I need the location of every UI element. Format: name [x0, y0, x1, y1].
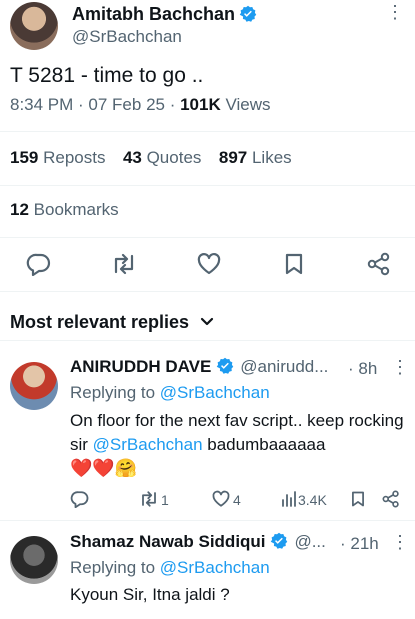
reply-time[interactable]: · 8h [348, 359, 377, 379]
author-avatar[interactable] [10, 2, 58, 50]
reply-time[interactable]: · 21h [340, 534, 379, 554]
tweet-text: T 5281 - time to go .. [10, 64, 204, 87]
more-options-icon[interactable]: ⋮ [391, 357, 409, 378]
replying-to: Replying to @SrBachchan [70, 383, 270, 402]
reply-icon[interactable] [26, 252, 52, 276]
reposts-stat[interactable]: 159 Reposts [10, 148, 105, 167]
more-options-icon[interactable]: ⋮ [386, 2, 404, 23]
repost-icon[interactable] [110, 252, 138, 276]
reply-text: Kyoun Sir, Itna jaldi ? [70, 585, 230, 604]
views-icon[interactable] [281, 491, 297, 507]
divider [0, 131, 415, 132]
reply-reposts-count: 1 [161, 492, 169, 508]
chevron-down-icon [200, 311, 214, 332]
reply-avatar[interactable] [10, 362, 58, 410]
tweet-timestamp[interactable]: 8:34 PM · 07 Feb 25 · [10, 95, 180, 114]
replies-header-label: Most relevant replies [10, 312, 190, 332]
reply-header: Shamaz Nawab Siddiqui @... [70, 532, 326, 552]
author-name-row: Amitabh Bachchan [72, 4, 257, 25]
reply-icon[interactable] [70, 490, 90, 508]
like-icon[interactable] [211, 490, 231, 508]
verified-badge-icon [216, 357, 234, 375]
replies-sort-dropdown[interactable]: Most relevant replies [10, 311, 214, 333]
share-icon[interactable] [381, 490, 401, 508]
share-icon[interactable] [366, 252, 392, 276]
tweet-meta: 8:34 PM · 07 Feb 25 · 101K Views [10, 95, 271, 115]
reply-emoji: ❤️❤️🤗 [70, 458, 138, 478]
reply-author-handle[interactable]: @... [294, 532, 325, 551]
views-count: 101K [180, 95, 221, 114]
author-name[interactable]: Amitabh Bachchan [72, 4, 235, 24]
replying-to-link[interactable]: @SrBachchan [160, 383, 270, 402]
divider [0, 520, 415, 521]
reply-author-name[interactable]: Shamaz Nawab Siddiqui [70, 532, 266, 551]
verified-badge-icon [239, 5, 257, 23]
reply-text: On floor for the next fav script.. keep … [70, 411, 404, 454]
tweet-stats: 159 Reposts 43 Quotes 897 Likes [10, 148, 292, 168]
reply-avatar[interactable] [10, 536, 58, 584]
bookmark-icon[interactable] [350, 490, 366, 508]
reply-header: ANIRUDDH DAVE @anirudd... [70, 357, 328, 377]
reply-likes-count: 4 [233, 492, 241, 508]
more-options-icon[interactable]: ⋮ [391, 532, 409, 553]
verified-badge-icon [270, 532, 288, 550]
bookmarks-stat[interactable]: 12 Bookmarks [10, 200, 119, 220]
mention-link[interactable]: @SrBachchan [93, 435, 203, 454]
divider [0, 237, 415, 238]
reply-author-name[interactable]: ANIRUDDH DAVE [70, 357, 211, 376]
views-label: Views [220, 95, 271, 114]
replying-to-link[interactable]: @SrBachchan [160, 558, 270, 577]
divider [0, 185, 415, 186]
repost-icon[interactable] [138, 490, 160, 508]
divider [0, 291, 415, 292]
like-icon[interactable] [196, 252, 222, 276]
replying-to: Replying to @SrBachchan [70, 558, 270, 577]
likes-stat[interactable]: 897 Likes [219, 148, 292, 167]
bookmark-icon[interactable] [283, 252, 305, 276]
divider [0, 340, 415, 341]
reply-author-handle[interactable]: @anirudd... [240, 357, 328, 376]
quotes-stat[interactable]: 43 Quotes [123, 148, 201, 167]
reply-views-count: 3.4K [298, 492, 327, 508]
author-handle[interactable]: @SrBachchan [72, 27, 182, 47]
